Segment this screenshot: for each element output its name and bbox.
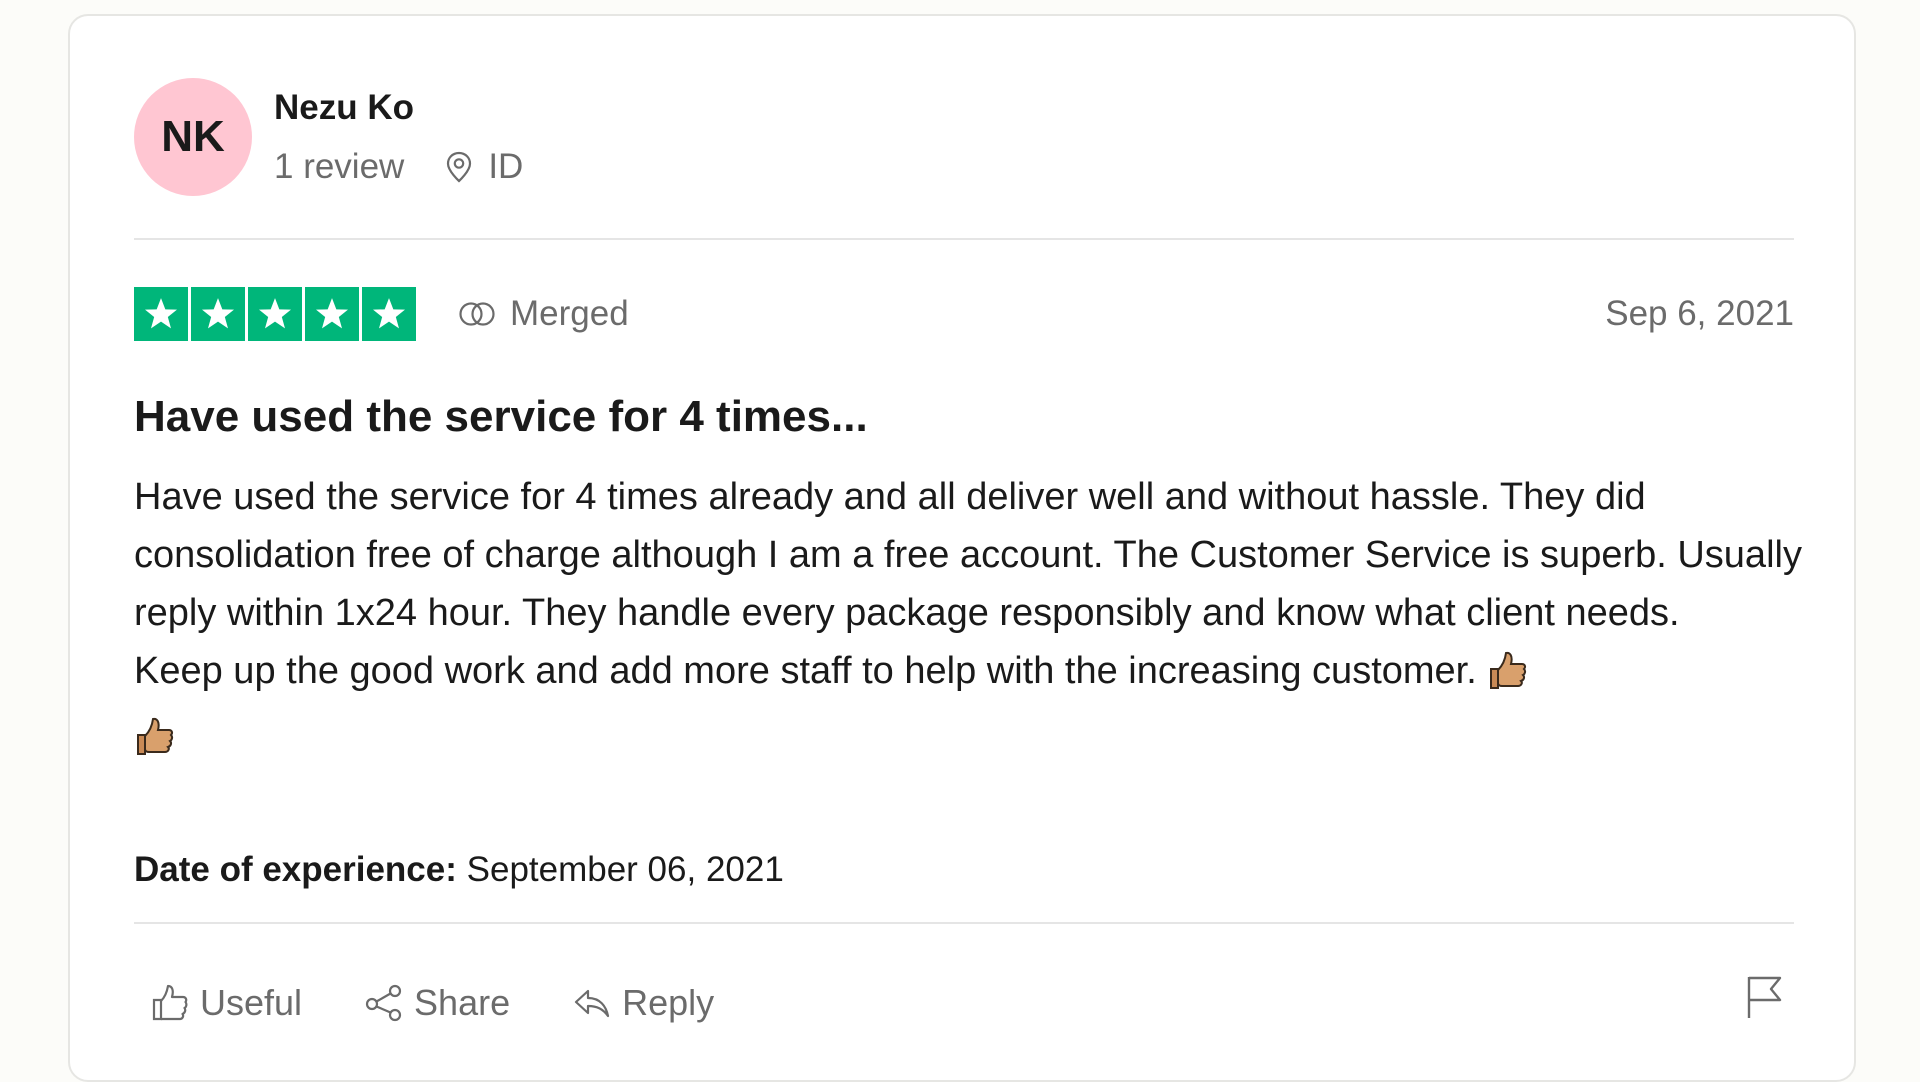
review-body: Have used the service for 4 times alread…	[134, 468, 1804, 774]
merged-badge: Merged	[458, 294, 629, 334]
share-label: Share	[414, 982, 511, 1023]
flag-icon[interactable]	[1744, 974, 1784, 1020]
merged-icon	[459, 302, 495, 326]
useful-button[interactable]: Useful	[150, 982, 302, 1024]
share-icon	[365, 984, 402, 1022]
star-icon	[305, 287, 359, 341]
divider	[134, 922, 1794, 924]
reviewer-location: ID	[446, 147, 523, 187]
divider	[134, 238, 1794, 240]
date-of-experience: Date of experience: September 06, 2021	[134, 850, 784, 890]
review-actions: Useful Share Reply	[150, 982, 776, 1024]
star-icon	[191, 287, 245, 341]
avatar[interactable]: NK	[134, 78, 252, 196]
thumbs-up-emoji-icon	[1487, 649, 1527, 708]
rating-row: Merged Sep 6, 2021	[134, 286, 1794, 342]
star-rating	[134, 287, 416, 341]
useful-label: Useful	[200, 982, 303, 1023]
location-code: ID	[488, 147, 524, 186]
review-card: NK Nezu Ko 1 review ID Merged Sep 6, 202…	[68, 14, 1856, 1082]
experience-value: September 06, 2021	[456, 850, 784, 889]
reviewer-meta: Nezu Ko 1 review ID	[274, 87, 523, 187]
review-title[interactable]: Have used the service for 4 times...	[134, 392, 868, 442]
location-pin-icon	[447, 151, 472, 183]
reviewer-sub: 1 review ID	[274, 147, 523, 187]
review-paragraph-1: Have used the service for 4 times alread…	[134, 476, 1813, 634]
experience-label: Date of experience:	[134, 850, 457, 889]
review-date: Sep 6, 2021	[1605, 294, 1794, 333]
reviewer-name[interactable]: Nezu Ko	[274, 87, 523, 129]
thumbs-up-emoji-icon	[134, 715, 174, 774]
star-icon	[362, 287, 416, 341]
review-count: 1 review	[274, 147, 405, 186]
review-paragraph-2: Keep up the good work and add more staff…	[134, 650, 1477, 692]
reply-icon	[575, 989, 610, 1018]
thumbs-up-icon	[152, 984, 188, 1021]
reply-label: Reply	[622, 982, 715, 1023]
merged-label: Merged	[510, 294, 629, 333]
reply-button[interactable]: Reply	[572, 982, 714, 1024]
reviewer-header: NK Nezu Ko 1 review ID	[134, 78, 523, 196]
star-icon	[248, 287, 302, 341]
share-button[interactable]: Share	[364, 982, 510, 1024]
star-icon	[134, 287, 188, 341]
